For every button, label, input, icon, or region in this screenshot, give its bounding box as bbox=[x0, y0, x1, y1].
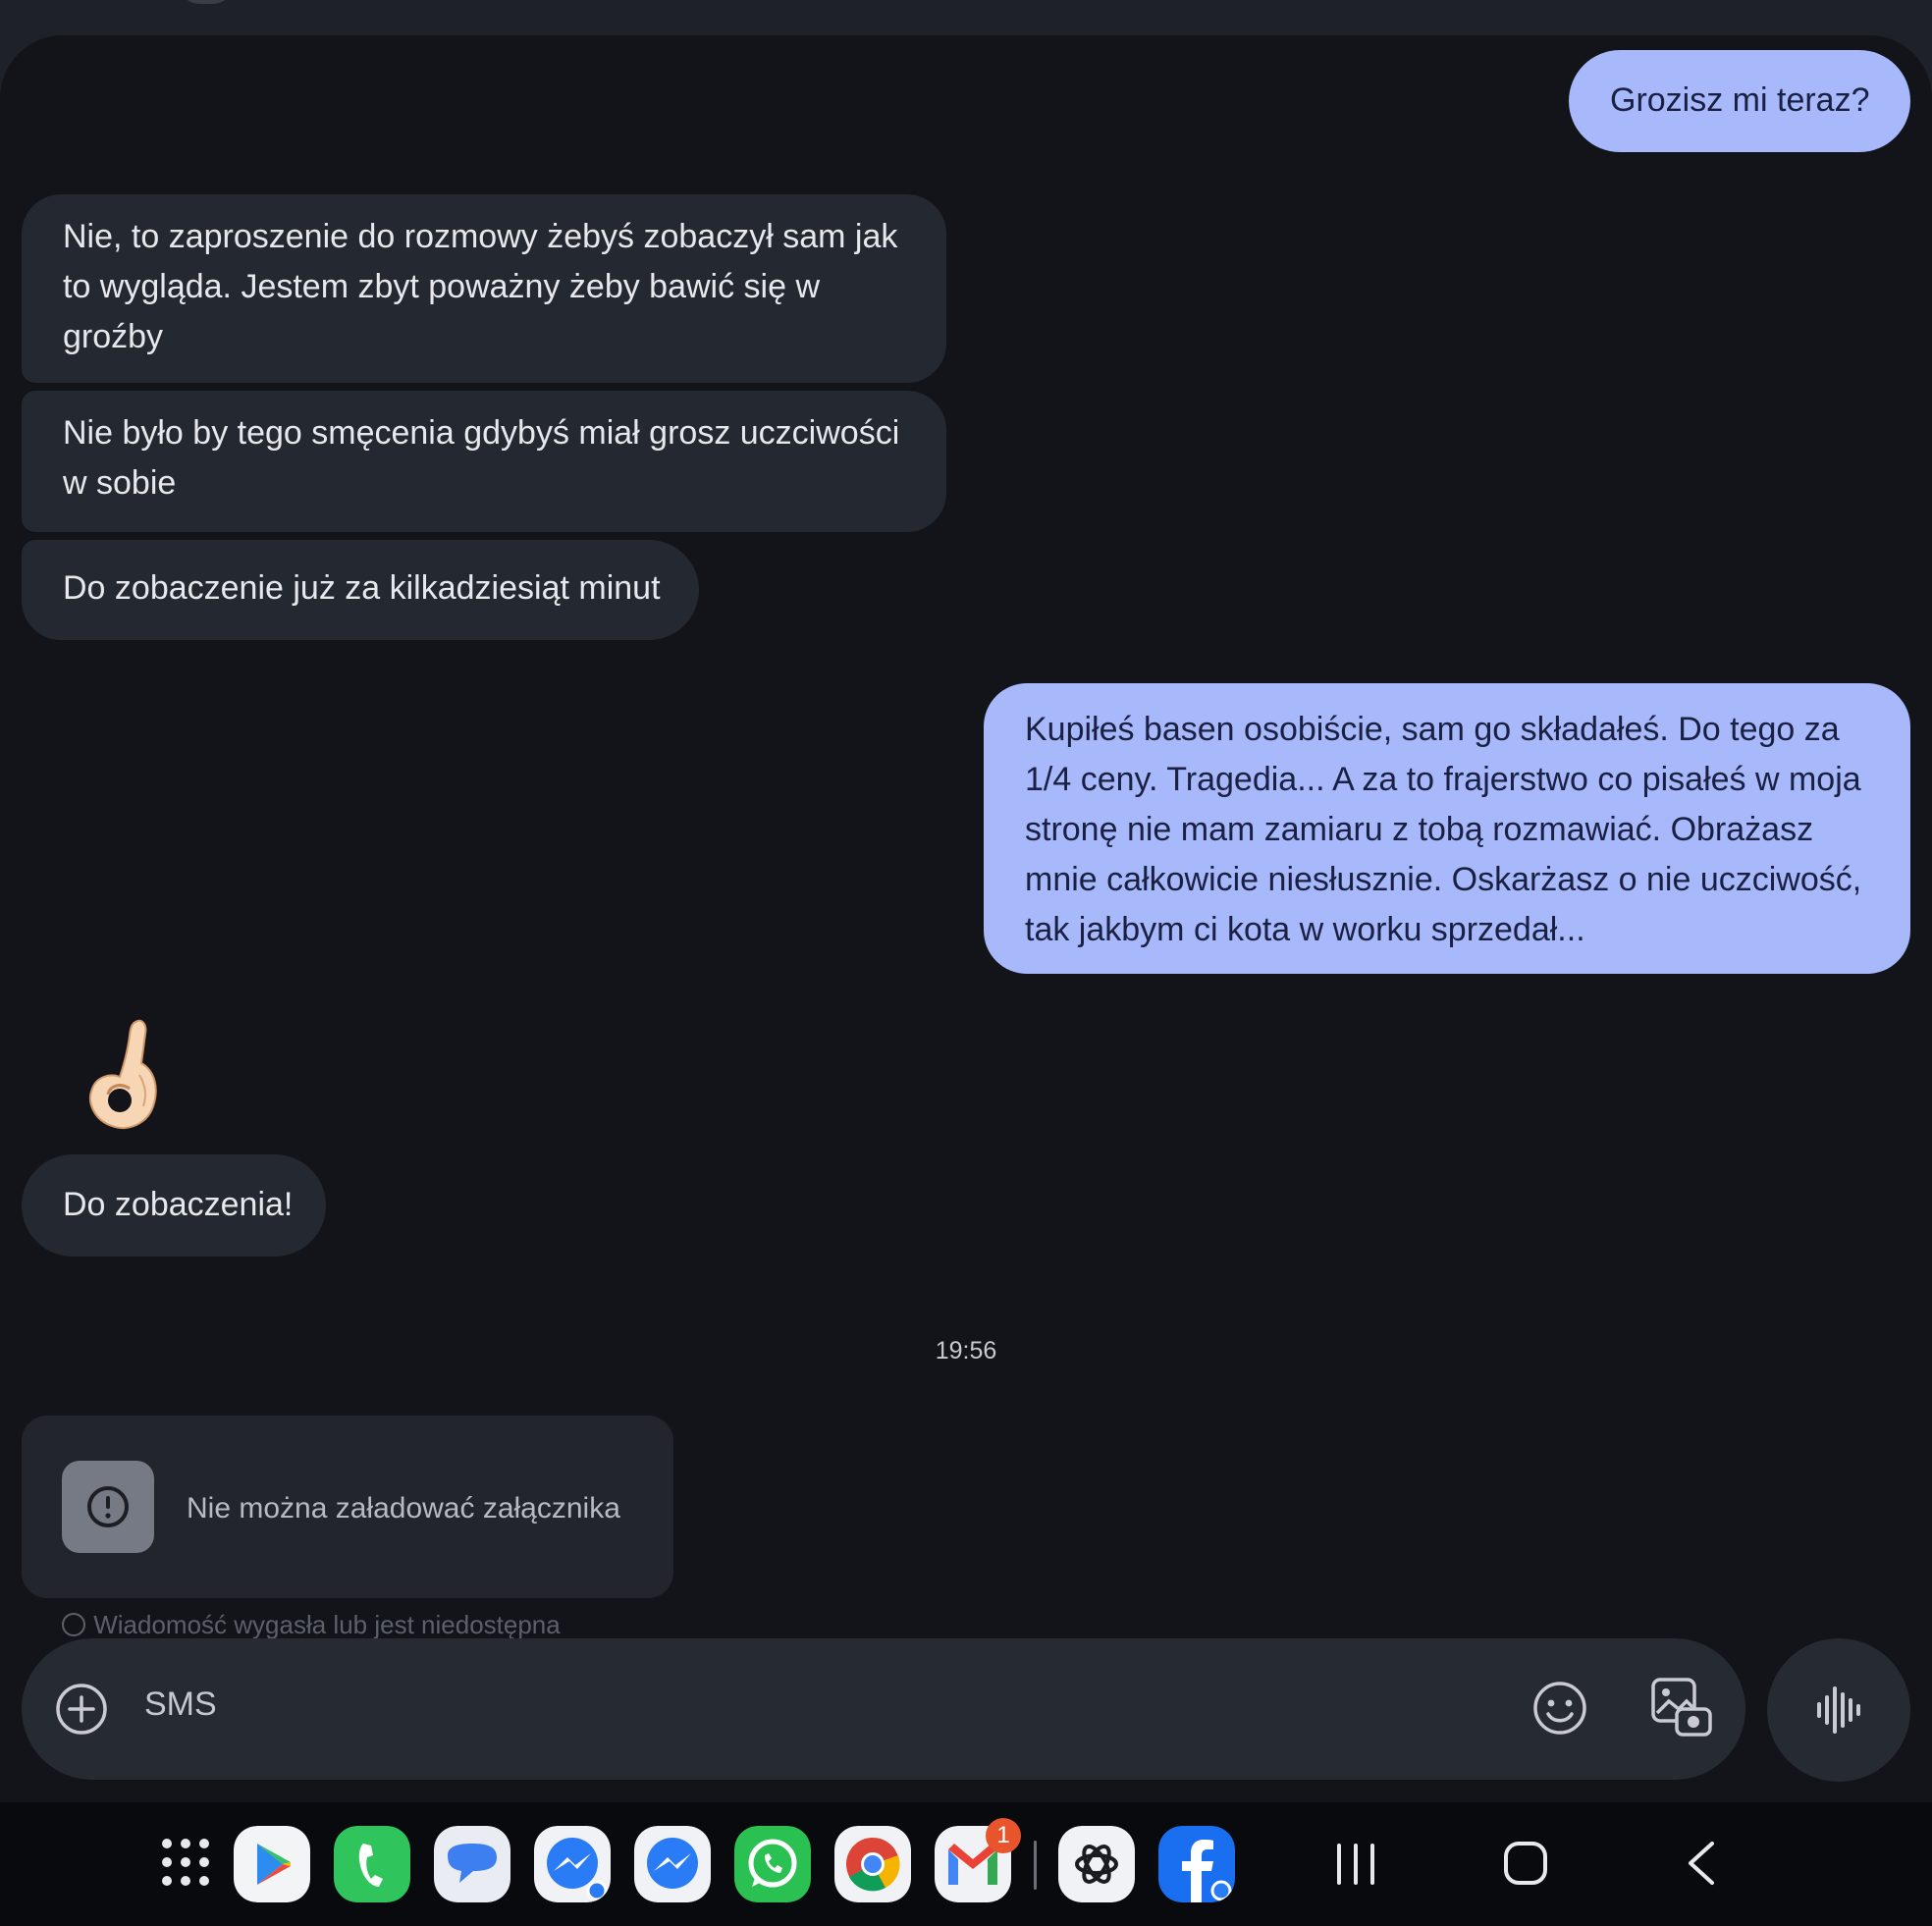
add-icon[interactable] bbox=[55, 1683, 108, 1736]
whatsapp-icon[interactable] bbox=[734, 1826, 811, 1902]
info-icon bbox=[62, 1613, 85, 1636]
expired-notice: Wiadomość wygasła lub jest niedostępna bbox=[61, 1610, 561, 1640]
voice-waveform-icon bbox=[1817, 1686, 1860, 1734]
chrome-icon[interactable] bbox=[834, 1826, 911, 1902]
voice-message-button[interactable] bbox=[1767, 1638, 1910, 1782]
message-bubble-incoming[interactable]: Nie było by tego smęcenia gdybyś miał gr… bbox=[22, 391, 946, 532]
message-text: Do zobaczenie już za kilkadziesiąt minut bbox=[63, 569, 661, 607]
messenger-icon[interactable] bbox=[534, 1826, 611, 1902]
sms-input[interactable]: SMS bbox=[144, 1685, 217, 1724]
message-bubble-incoming[interactable]: Do zobaczenie już za kilkadziesiąt minut bbox=[22, 540, 699, 640]
message-bubble-incoming[interactable]: Nie, to zaproszenie do rozmowy żebyś zob… bbox=[22, 194, 946, 383]
play-store-icon[interactable] bbox=[234, 1826, 310, 1902]
recents-nav-icon[interactable] bbox=[1333, 1842, 1378, 1887]
ok-hand-emoji[interactable] bbox=[84, 1016, 163, 1134]
gallery-camera-icon[interactable] bbox=[1649, 1676, 1714, 1740]
message-text: Nie, to zaproszenie do rozmowy żebyś zob… bbox=[63, 218, 898, 355]
phone-app-icon[interactable] bbox=[334, 1826, 410, 1902]
taskbar-separator bbox=[1034, 1841, 1037, 1890]
attachment-icon-box bbox=[62, 1461, 154, 1553]
contact-avatar[interactable] bbox=[177, 0, 236, 4]
facebook-icon[interactable] bbox=[1158, 1826, 1235, 1902]
message-text: Do zobaczenia! bbox=[63, 1186, 294, 1223]
message-text: Nie było by tego smęcenia gdybyś miał gr… bbox=[63, 414, 900, 502]
chatgpt-icon[interactable] bbox=[1058, 1826, 1135, 1902]
home-nav-icon[interactable] bbox=[1502, 1840, 1549, 1887]
attachment-error-text: Nie można załadować załącznika bbox=[187, 1492, 620, 1525]
message-text: Grozisz mi teraz? bbox=[1610, 81, 1870, 119]
emoji-icon[interactable] bbox=[1531, 1680, 1588, 1737]
message-text: Kupiłeś basen osobiście, sam go składałe… bbox=[1025, 711, 1862, 948]
top-bar bbox=[0, 0, 1932, 39]
messenger-icon[interactable] bbox=[634, 1826, 711, 1902]
attachment-error-card[interactable]: Nie można załadować załącznika bbox=[22, 1416, 673, 1598]
app-drawer-icon[interactable] bbox=[147, 1824, 224, 1900]
message-bubble-incoming[interactable]: Do zobaczenia! bbox=[22, 1154, 326, 1257]
gmail-notification-badge: 1 bbox=[986, 1818, 1021, 1853]
message-timestamp: 19:56 bbox=[935, 1337, 997, 1364]
message-composer[interactable]: SMS bbox=[22, 1638, 1745, 1780]
alert-circle-icon bbox=[87, 1486, 129, 1527]
back-nav-icon[interactable] bbox=[1679, 1840, 1724, 1887]
expired-notice-text: Wiadomość wygasła lub jest niedostępna bbox=[93, 1610, 561, 1639]
message-bubble-outgoing[interactable]: Kupiłeś basen osobiście, sam go składałe… bbox=[984, 683, 1910, 974]
messages-app-icon[interactable] bbox=[434, 1826, 510, 1902]
message-bubble-outgoing[interactable]: Grozisz mi teraz? bbox=[1569, 50, 1910, 152]
